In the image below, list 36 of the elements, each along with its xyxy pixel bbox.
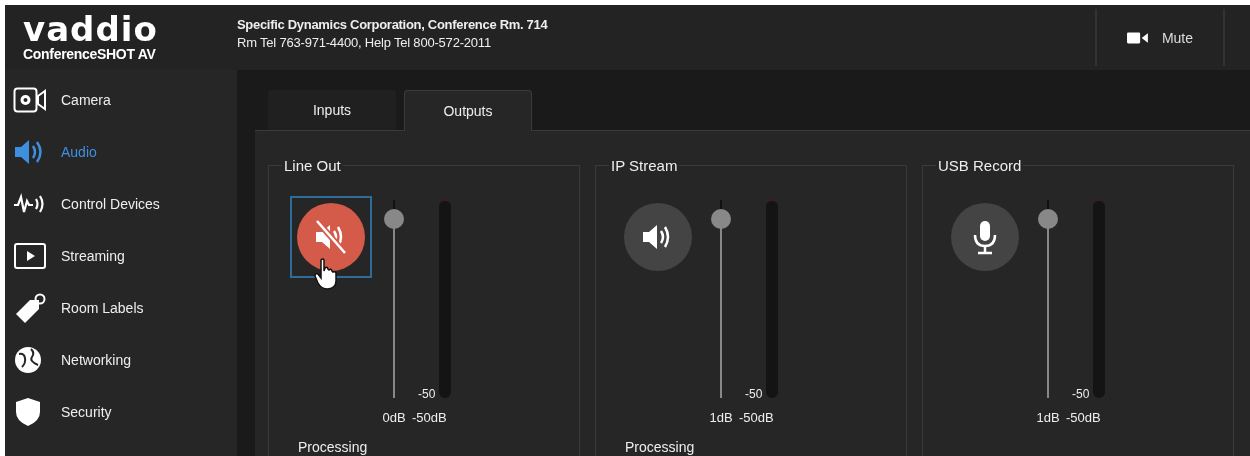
mute-toggle-button[interactable]	[290, 196, 372, 278]
room-phone: Rm Tel 763-971-4400, Help Tel 800-572-2011	[237, 33, 492, 52]
vaddio-logo: vaddio	[23, 13, 159, 44]
channel-title: Line Out	[283, 157, 342, 174]
volume-reading: 1dB	[709, 410, 733, 425]
mute-button[interactable]: Mute	[1095, 9, 1225, 66]
channel-title: IP Stream	[610, 157, 679, 174]
slider-thumb[interactable]	[1038, 208, 1058, 229]
slider-thumb[interactable]	[384, 208, 404, 229]
meter-reading: -50dB	[412, 410, 448, 425]
meter-scale-label: -50	[418, 387, 436, 401]
channel-title: USB Record	[937, 157, 1023, 174]
sidebar-item[interactable]: Camera	[5, 74, 237, 126]
volume-reading: 1dB	[1036, 410, 1060, 425]
slider-thumb[interactable]	[711, 208, 731, 229]
section-heading: Processing	[298, 439, 368, 455]
product-name: ConferenceSHOT AV	[23, 45, 157, 62]
volume-reading: 0dB	[382, 410, 406, 425]
sidebar-item[interactable]: Security	[5, 386, 237, 438]
sidebar-item[interactable]: Networking	[5, 334, 237, 386]
meter-reading: -50dB	[739, 410, 775, 425]
meter-scale-label: -50	[745, 387, 763, 401]
play-icon	[13, 242, 47, 270]
meter-scale-label: -50	[1072, 387, 1090, 401]
sidebar-item[interactable]: Control Devices	[5, 178, 237, 230]
tab[interactable]: Inputs	[268, 90, 396, 130]
muted-speaker-icon	[313, 219, 349, 255]
sidebar-item[interactable]: Room Labels	[5, 282, 237, 334]
sidebar-item[interactable]: Audio	[5, 126, 237, 178]
tab[interactable]: Outputs	[404, 90, 532, 131]
video-camera-icon	[1127, 30, 1148, 45]
camera-settings-icon	[13, 87, 47, 113]
room-name: Specific Dynamics Corporation, Conference Rm. 714	[237, 15, 549, 34]
section-heading: Processing	[625, 439, 695, 455]
meter-reading: -50dB	[1066, 410, 1102, 425]
sidebar-item[interactable]: Streaming	[5, 230, 237, 282]
